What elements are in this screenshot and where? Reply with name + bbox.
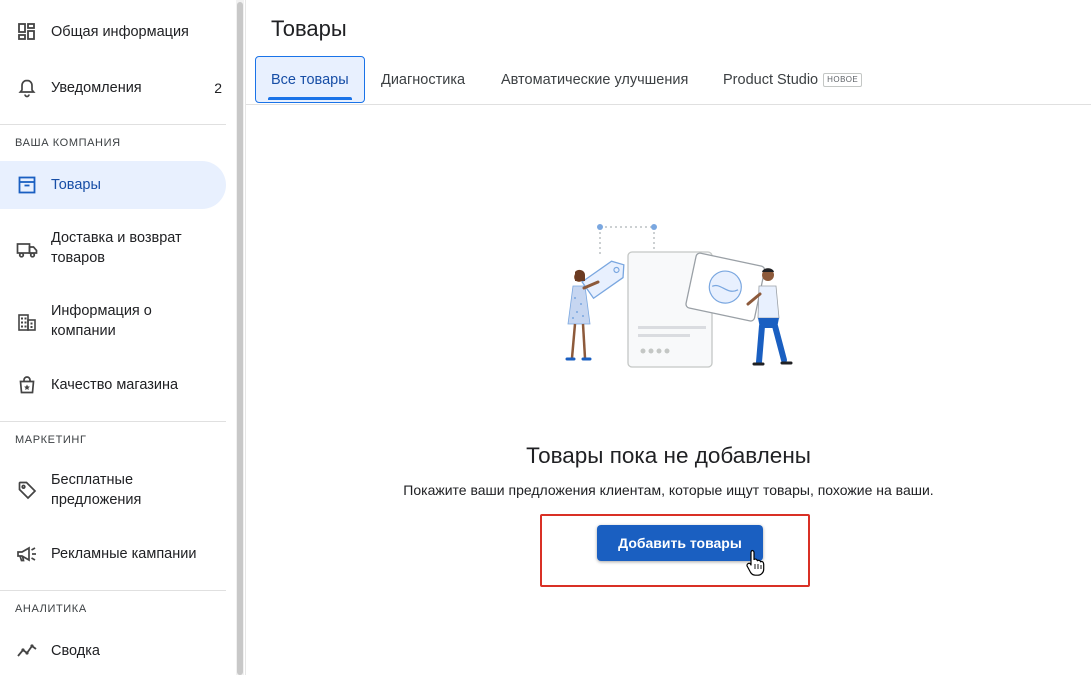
sidebar-divider bbox=[0, 590, 226, 591]
sidebar-item-label: Уведомления bbox=[51, 80, 142, 96]
dashboard-icon bbox=[16, 21, 38, 43]
new-badge: НОВОЕ bbox=[823, 72, 863, 87]
sidebar-item-label-line2: товаров bbox=[51, 250, 105, 266]
building-icon bbox=[16, 311, 38, 333]
megaphone-icon bbox=[16, 543, 38, 565]
main-divider bbox=[245, 0, 246, 675]
sidebar-item-store-quality[interactable]: Качество магазина bbox=[0, 365, 226, 405]
sidebar-item-company-info[interactable]: Информация о компании bbox=[0, 298, 226, 346]
tab-label: Автоматические улучшения bbox=[501, 71, 689, 88]
empty-state-title: Товары пока не добавлены bbox=[526, 443, 811, 468]
sidebar-item-label: Качество магазина bbox=[51, 377, 179, 393]
add-products-button[interactable]: Добавить товары bbox=[597, 525, 763, 561]
shopping-bag-icon bbox=[16, 374, 38, 396]
sidebar-item-label-line1: Бесплатные bbox=[51, 472, 134, 488]
sidebar-item-notifications[interactable]: Уведомления 2 bbox=[0, 68, 226, 108]
tab-product-studio[interactable]: Product Studio НОВОЕ bbox=[723, 56, 863, 103]
tab-label: Все товары bbox=[271, 71, 349, 88]
sidebar-item-label: Сводка bbox=[51, 643, 100, 659]
sidebar-item-label: Рекламные кампании bbox=[51, 546, 197, 562]
section-title-marketing: МАРКЕТИНГ bbox=[15, 434, 87, 446]
truck-icon bbox=[16, 239, 38, 261]
notification-count-badge: 2 bbox=[214, 80, 222, 96]
sidebar-item-label-line2: предложения bbox=[51, 492, 142, 508]
bell-icon bbox=[16, 77, 38, 99]
sidebar-item-shipping-returns[interactable]: Доставка и возврат товаров bbox=[0, 226, 226, 274]
sidebar-divider bbox=[0, 421, 226, 422]
tab-all-products[interactable]: Все товары bbox=[255, 56, 365, 103]
sidebar-item-label-line2: компании bbox=[51, 323, 116, 339]
trend-line-icon bbox=[16, 640, 38, 662]
sidebar: Общая информация Уведомления 2 ВАША КОМП… bbox=[0, 0, 236, 675]
hand-cursor-icon bbox=[746, 549, 765, 576]
tab-diagnostics[interactable]: Диагностика bbox=[381, 56, 465, 103]
section-title-analytics: АНАЛИТИКА bbox=[15, 603, 87, 615]
empty-state-illustration bbox=[565, 224, 793, 368]
sidebar-item-label: Товары bbox=[51, 177, 101, 193]
sidebar-divider bbox=[0, 124, 226, 125]
tabs-underline bbox=[246, 104, 1091, 105]
sidebar-item-free-listings[interactable]: Бесплатные предложения bbox=[0, 466, 226, 514]
section-title-company: ВАША КОМПАНИЯ bbox=[15, 137, 121, 149]
sidebar-item-overview[interactable]: Общая информация bbox=[0, 12, 226, 52]
sidebar-item-label-line1: Доставка и возврат bbox=[51, 230, 182, 246]
tab-label: Product Studio bbox=[723, 71, 819, 88]
sidebar-item-summary[interactable]: Сводка bbox=[0, 631, 226, 671]
sidebar-item-products[interactable]: Товары bbox=[0, 161, 226, 209]
empty-state-subtitle: Покажите ваши предложения клиентам, кото… bbox=[403, 482, 934, 498]
tag-icon bbox=[16, 479, 38, 501]
sidebar-scrollbar-thumb[interactable] bbox=[237, 2, 243, 675]
app-root: Общая информация Уведомления 2 ВАША КОМП… bbox=[0, 0, 1091, 675]
tab-label: Диагностика bbox=[381, 71, 466, 88]
sidebar-item-label: Общая информация bbox=[51, 24, 189, 40]
archive-box-icon bbox=[16, 174, 38, 196]
sidebar-item-ad-campaigns[interactable]: Рекламные кампании bbox=[0, 534, 226, 574]
tab-auto-improvements[interactable]: Автоматические улучшения bbox=[501, 56, 688, 103]
sidebar-item-label-line1: Информация о bbox=[51, 303, 152, 319]
page-title: Товары bbox=[271, 16, 347, 41]
